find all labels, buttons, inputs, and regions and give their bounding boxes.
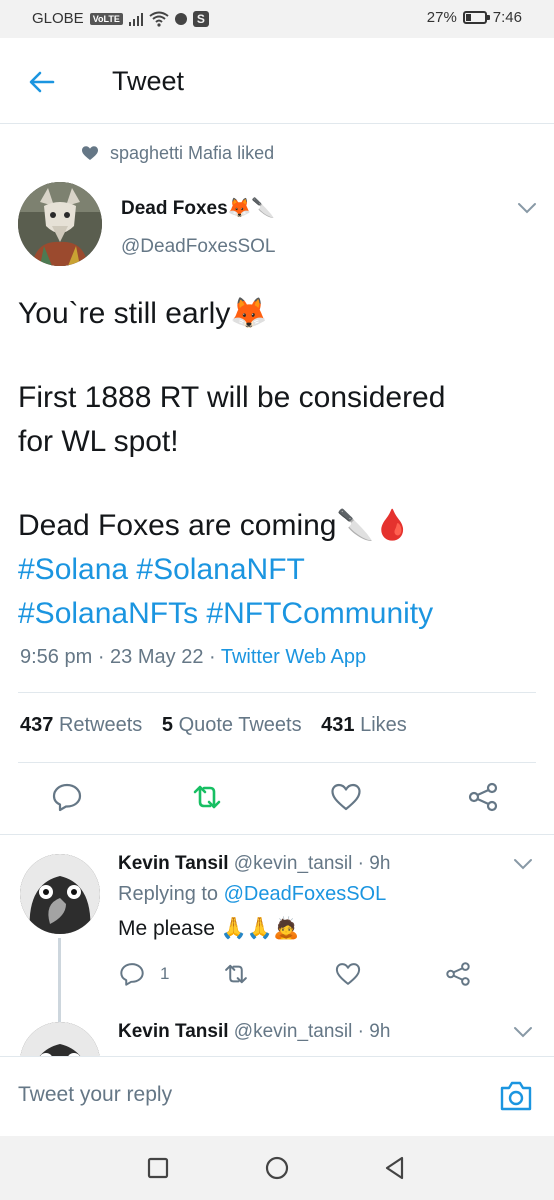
reply-author-name[interactable]: Kevin Tansil bbox=[118, 1021, 229, 1042]
quotes-label: Quote Tweets bbox=[178, 714, 302, 736]
reply-avatar[interactable] bbox=[20, 854, 100, 934]
reply-age: 9h bbox=[369, 1021, 391, 1042]
divider bbox=[18, 692, 536, 693]
replying-to: Replying to @DeadFoxesSOL bbox=[118, 883, 386, 906]
app-notification-icon: S bbox=[192, 10, 209, 27]
reply-icon[interactable] bbox=[118, 960, 146, 988]
reply-author-name[interactable]: Kevin Tansil bbox=[118, 853, 229, 874]
status-right: 27% 7:46 bbox=[427, 9, 522, 26]
heart-icon bbox=[82, 146, 98, 160]
tweet-line: You`re still early🦊 bbox=[18, 297, 268, 330]
retweet-icon[interactable] bbox=[222, 960, 250, 988]
wifi-icon bbox=[149, 11, 169, 27]
likes-stat[interactable]: 431 Likes bbox=[321, 714, 407, 736]
likes-count: 431 bbox=[321, 714, 355, 736]
chevron-down-icon[interactable] bbox=[512, 856, 534, 872]
tweet-line: First 1888 RT will be considered bbox=[18, 381, 446, 414]
replying-to-handle[interactable]: @DeadFoxesSOL bbox=[224, 883, 387, 905]
reply-header: Kevin Tansil @kevin_tansil · 9h bbox=[118, 1021, 390, 1043]
tweet-date: 23 May 22 bbox=[110, 646, 204, 668]
reply-count: 1 bbox=[160, 964, 170, 983]
reply-composer bbox=[0, 1056, 554, 1136]
divider bbox=[0, 834, 554, 835]
camera-icon[interactable] bbox=[498, 1079, 534, 1113]
page-title: Tweet bbox=[112, 66, 185, 96]
divider bbox=[18, 762, 536, 763]
meta-separator: · bbox=[357, 853, 370, 874]
meta-separator: · bbox=[209, 646, 221, 668]
reply-avatar[interactable] bbox=[20, 1022, 100, 1056]
share-icon[interactable] bbox=[466, 780, 500, 814]
reply-text: Me please 🙏🙏🙇 bbox=[118, 917, 300, 940]
tweet-time: 9:56 pm bbox=[20, 646, 93, 668]
chevron-down-icon[interactable] bbox=[516, 200, 538, 216]
hashtag-links[interactable]: #Solana #SolanaNFT bbox=[18, 548, 538, 592]
meta-separator: · bbox=[357, 1021, 370, 1042]
meta-separator: · bbox=[97, 646, 111, 668]
retweets-count: 437 bbox=[20, 714, 54, 736]
reply-header: Kevin Tansil @kevin_tansil · 9h bbox=[118, 853, 390, 875]
reply-icon[interactable] bbox=[50, 780, 84, 814]
author-avatar[interactable] bbox=[18, 182, 102, 266]
quotes-count: 5 bbox=[161, 714, 173, 736]
tweet-line: for WL spot! bbox=[18, 425, 179, 458]
system-nav-bar bbox=[0, 1136, 554, 1200]
like-heart-icon[interactable] bbox=[329, 780, 363, 814]
tweet-meta: 9:56 pm · 23 May 22 · Twitter Web App bbox=[20, 646, 366, 669]
volte-badge: VoLTE bbox=[89, 12, 123, 25]
carrier-label: GLOBE bbox=[32, 10, 84, 27]
signal-icon bbox=[128, 12, 143, 26]
author-handle[interactable]: @DeadFoxesSOL bbox=[121, 236, 275, 258]
bird-avatar-art bbox=[20, 854, 100, 934]
arrow-left-icon[interactable] bbox=[26, 66, 58, 98]
retweet-icon[interactable] bbox=[190, 780, 224, 814]
status-left: GLOBE VoLTE S bbox=[32, 10, 209, 27]
social-context-text: spaghetti Mafia liked bbox=[110, 143, 275, 163]
reply-item-partial: Kevin Tansil @kevin_tansil · 9h bbox=[0, 1010, 554, 1056]
bird-avatar-art bbox=[20, 1022, 100, 1056]
reply-input[interactable] bbox=[18, 1083, 458, 1107]
back-triangle-icon[interactable] bbox=[381, 1154, 409, 1182]
data-saver-icon bbox=[174, 12, 187, 25]
retweets-label: Retweets bbox=[58, 714, 143, 736]
reply-actions: 1 bbox=[118, 960, 538, 990]
like-heart-icon[interactable] bbox=[334, 960, 362, 988]
tweet-actions bbox=[0, 776, 554, 820]
tweet-stats: 437 Retweets 5 Quote Tweets 431 Likes bbox=[20, 714, 407, 737]
source-app-link[interactable]: Twitter Web App bbox=[221, 646, 366, 668]
hashtag-links[interactable]: #SolanaNFTs #NFTCommunity bbox=[18, 592, 538, 636]
battery-icon bbox=[462, 11, 490, 24]
tweet-line: Dead Foxes are coming🔪🩸 bbox=[18, 509, 412, 542]
tweet-text: You`re still early🦊 First 1888 RT will b… bbox=[18, 292, 538, 636]
quotes-stat[interactable]: 5 Quote Tweets bbox=[162, 714, 302, 736]
recents-square-icon[interactable] bbox=[144, 1154, 172, 1182]
reply-author-handle[interactable]: @kevin_tansil bbox=[234, 1021, 353, 1042]
likes-label: Likes bbox=[360, 714, 407, 736]
fox-avatar-art bbox=[18, 182, 102, 266]
replying-prefix: Replying to bbox=[118, 883, 219, 905]
clock: 7:46 bbox=[492, 9, 522, 26]
retweets-stat[interactable]: 437 Retweets bbox=[20, 714, 142, 736]
reply-author-handle[interactable]: @kevin_tansil bbox=[234, 853, 353, 874]
reply-age: 9h bbox=[369, 853, 391, 874]
chevron-down-icon[interactable] bbox=[512, 1024, 534, 1040]
share-icon[interactable] bbox=[444, 960, 472, 988]
battery-percent: 27% bbox=[426, 9, 457, 26]
social-context[interactable]: spaghetti Mafia liked bbox=[82, 143, 274, 164]
author-name[interactable]: Dead Foxes🦊🔪 bbox=[121, 196, 275, 220]
app-header: Tweet bbox=[0, 38, 554, 124]
home-circle-icon[interactable] bbox=[263, 1154, 291, 1182]
status-bar: GLOBE VoLTE S 27% 7:46 bbox=[0, 0, 554, 38]
